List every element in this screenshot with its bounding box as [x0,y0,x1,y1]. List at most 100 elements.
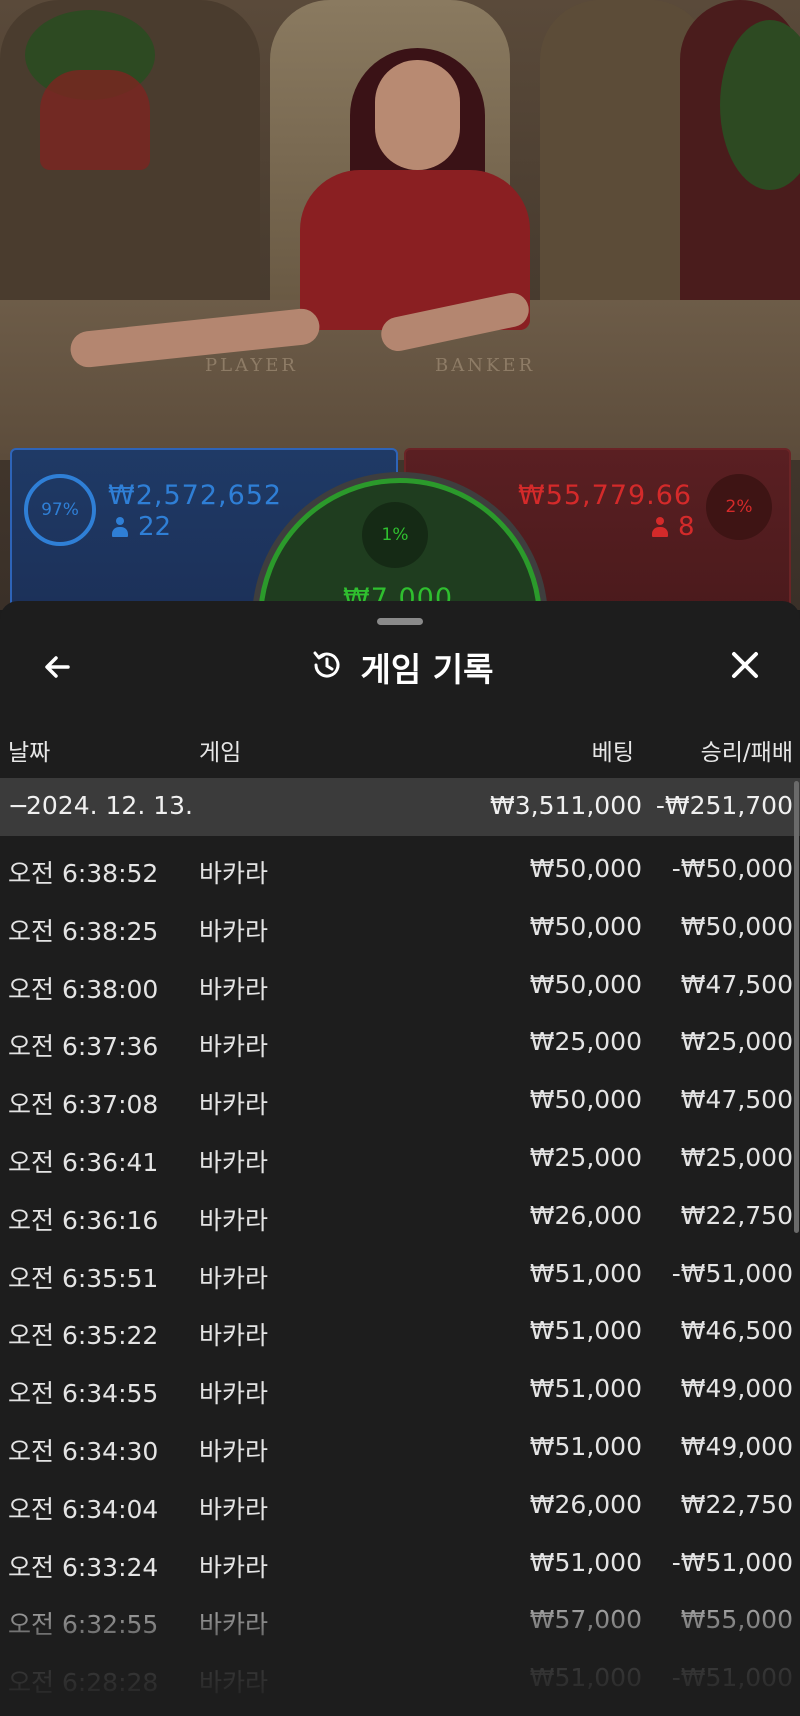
row-game: 바카라 [199,1090,269,1120]
row-result: ₩50,000 [680,911,793,941]
date-group-result-total: -₩251,700 [655,791,793,820]
row-bet: ₩50,000 [529,911,642,941]
banker-count-value: 8 [678,512,695,542]
player-percent: 97% [41,500,79,520]
row-result: ₩22,750 [680,1489,793,1519]
history-row[interactable]: 오전 6:35:22 바카라 ₩51,000 ₩46,500 [0,1298,800,1356]
row-time: 오전 6:34:04 [8,1494,159,1524]
column-header-date: 날짜 [8,740,51,766]
banker-amount: ₩55,779.66 [518,480,693,511]
row-result: ₩49,000 [680,1431,793,1461]
row-game: 바카라 [199,1147,269,1177]
row-game: 바카라 [199,916,269,946]
sheet-header: 게임 기록 [0,637,800,697]
row-bet: ₩26,000 [529,1200,642,1230]
row-result: ₩22,750 [680,1200,793,1230]
row-time: 오전 6:35:22 [8,1321,159,1351]
row-result: ₩25,000 [680,1027,793,1057]
row-game: 바카라 [199,1552,269,1582]
sheet-drag-handle[interactable] [377,618,423,625]
date-group-label: 2024. 12. 13. [26,791,193,820]
player-count: 22 [112,512,171,542]
row-result: ₩25,000 [680,1142,793,1172]
background-dealer [40,70,150,170]
close-icon[interactable] [725,645,765,685]
row-time: 오전 6:35:51 [8,1263,159,1293]
history-row[interactable]: 오전 6:28:28 바카라 ₩51,000 -₩51,000 [0,1645,800,1703]
scrollbar[interactable] [794,781,799,1233]
history-row[interactable]: 오전 6:34:30 바카라 ₩51,000 ₩49,000 [0,1414,800,1472]
row-game: 바카라 [199,974,269,1004]
sheet-title: 게임 기록 [360,650,494,689]
history-list: 오전 6:38:52 바카라 ₩50,000 -₩50,000 오전 6:38:25 바카… [0,836,800,1703]
row-time: 오전 6:38:52 [8,859,159,888]
row-bet: ₩51,000 [529,1663,642,1693]
history-row[interactable]: 오전 6:35:51 바카라 ₩51,000 -₩51,000 [0,1241,800,1299]
history-row[interactable]: 오전 6:32:55 바카라 ₩57,000 ₩55,000 [0,1587,800,1645]
tie-percent: 1% [381,525,409,545]
column-header-bet: 베팅 [591,740,634,766]
row-bet: ₩50,000 [529,854,642,883]
live-dealer-video: PLAYER BANKER 97% ₩2,572,652 22 ₩55,779.… [0,0,800,610]
row-bet: ₩26,000 [529,1489,642,1519]
row-game: 바카라 [199,1321,269,1351]
banker-count: 8 [652,512,695,542]
row-time: 오전 6:36:16 [8,1205,159,1235]
tie-percent-ring: 1% [362,502,428,568]
row-bet: ₩57,000 [529,1605,642,1635]
row-time: 오전 6:34:55 [8,1379,159,1409]
history-row[interactable]: 오전 6:38:00 바카라 ₩50,000 ₩47,500 [0,952,800,1010]
history-row[interactable]: 오전 6:34:04 바카라 ₩26,000 ₩22,750 [0,1472,800,1530]
table-label-banker: BANKER [435,355,536,376]
row-time: 오전 6:37:36 [8,1032,159,1062]
history-row[interactable]: 오전 6:33:24 바카라 ₩51,000 -₩51,000 [0,1530,800,1588]
row-bet: ₩25,000 [529,1027,642,1057]
row-result: -₩51,000 [671,1258,793,1288]
date-group-row[interactable]: − 2024. 12. 13. ₩3,511,000 -₩251,700 [0,778,800,836]
row-game: 바카라 [199,1494,269,1524]
row-game: 바카라 [199,1436,269,1466]
row-game: 바카라 [199,1032,269,1062]
column-header-game: 게임 [199,740,242,766]
row-game: 바카라 [199,1263,269,1293]
row-result: ₩55,000 [680,1605,793,1635]
row-game: 바카라 [199,1379,269,1409]
table-label-player: PLAYER [205,355,298,376]
row-bet: ₩25,000 [529,1142,642,1172]
row-bet: ₩51,000 [529,1547,642,1577]
history-row[interactable]: 오전 6:36:41 바카라 ₩25,000 ₩25,000 [0,1125,800,1183]
banker-percent-ring: 2% [706,474,772,540]
row-result: ₩49,000 [680,1374,793,1404]
row-bet: ₩50,000 [529,969,642,999]
date-group-bet-total: ₩3,511,000 [490,791,642,820]
history-row[interactable]: 오전 6:37:36 바카라 ₩25,000 ₩25,000 [0,1009,800,1067]
player-count-value: 22 [138,512,172,542]
player-amount: ₩2,572,652 [108,480,283,511]
row-time: 오전 6:37:08 [8,1090,159,1120]
row-game: 바카라 [199,1610,269,1640]
row-time: 오전 6:36:41 [8,1147,159,1177]
row-result: ₩46,500 [680,1316,793,1346]
history-row[interactable]: 오전 6:37:08 바카라 ₩50,000 ₩47,500 [0,1067,800,1125]
row-game: 바카라 [199,1668,269,1698]
history-row[interactable]: 오전 6:34:55 바카라 ₩51,000 ₩49,000 [0,1356,800,1414]
history-row[interactable]: 오전 6:36:16 바카라 ₩26,000 ₩22,750 [0,1183,800,1241]
row-result: -₩51,000 [671,1663,793,1693]
row-time: 오전 6:33:24 [8,1552,159,1582]
history-row[interactable]: 오전 6:38:25 바카라 ₩50,000 ₩50,000 [0,894,800,952]
sheet-title-group: 게임 기록 [0,643,800,691]
row-result: -₩51,000 [671,1547,793,1577]
row-bet: ₩51,000 [529,1258,642,1288]
row-time: 오전 6:34:30 [8,1436,159,1466]
column-headers: 날짜 게임 베팅 승리/패배 [0,733,800,773]
row-bet: ₩51,000 [529,1431,642,1461]
dealer-head [375,60,460,170]
row-bet: ₩51,000 [529,1374,642,1404]
person-icon [652,517,668,537]
history-row[interactable]: 오전 6:38:52 바카라 ₩50,000 -₩50,000 [0,836,800,894]
row-time: 오전 6:38:25 [8,916,159,946]
player-percent-ring: 97% [24,474,96,546]
row-time: 오전 6:28:28 [8,1668,159,1698]
row-game: 바카라 [199,859,269,888]
person-icon [112,517,128,537]
